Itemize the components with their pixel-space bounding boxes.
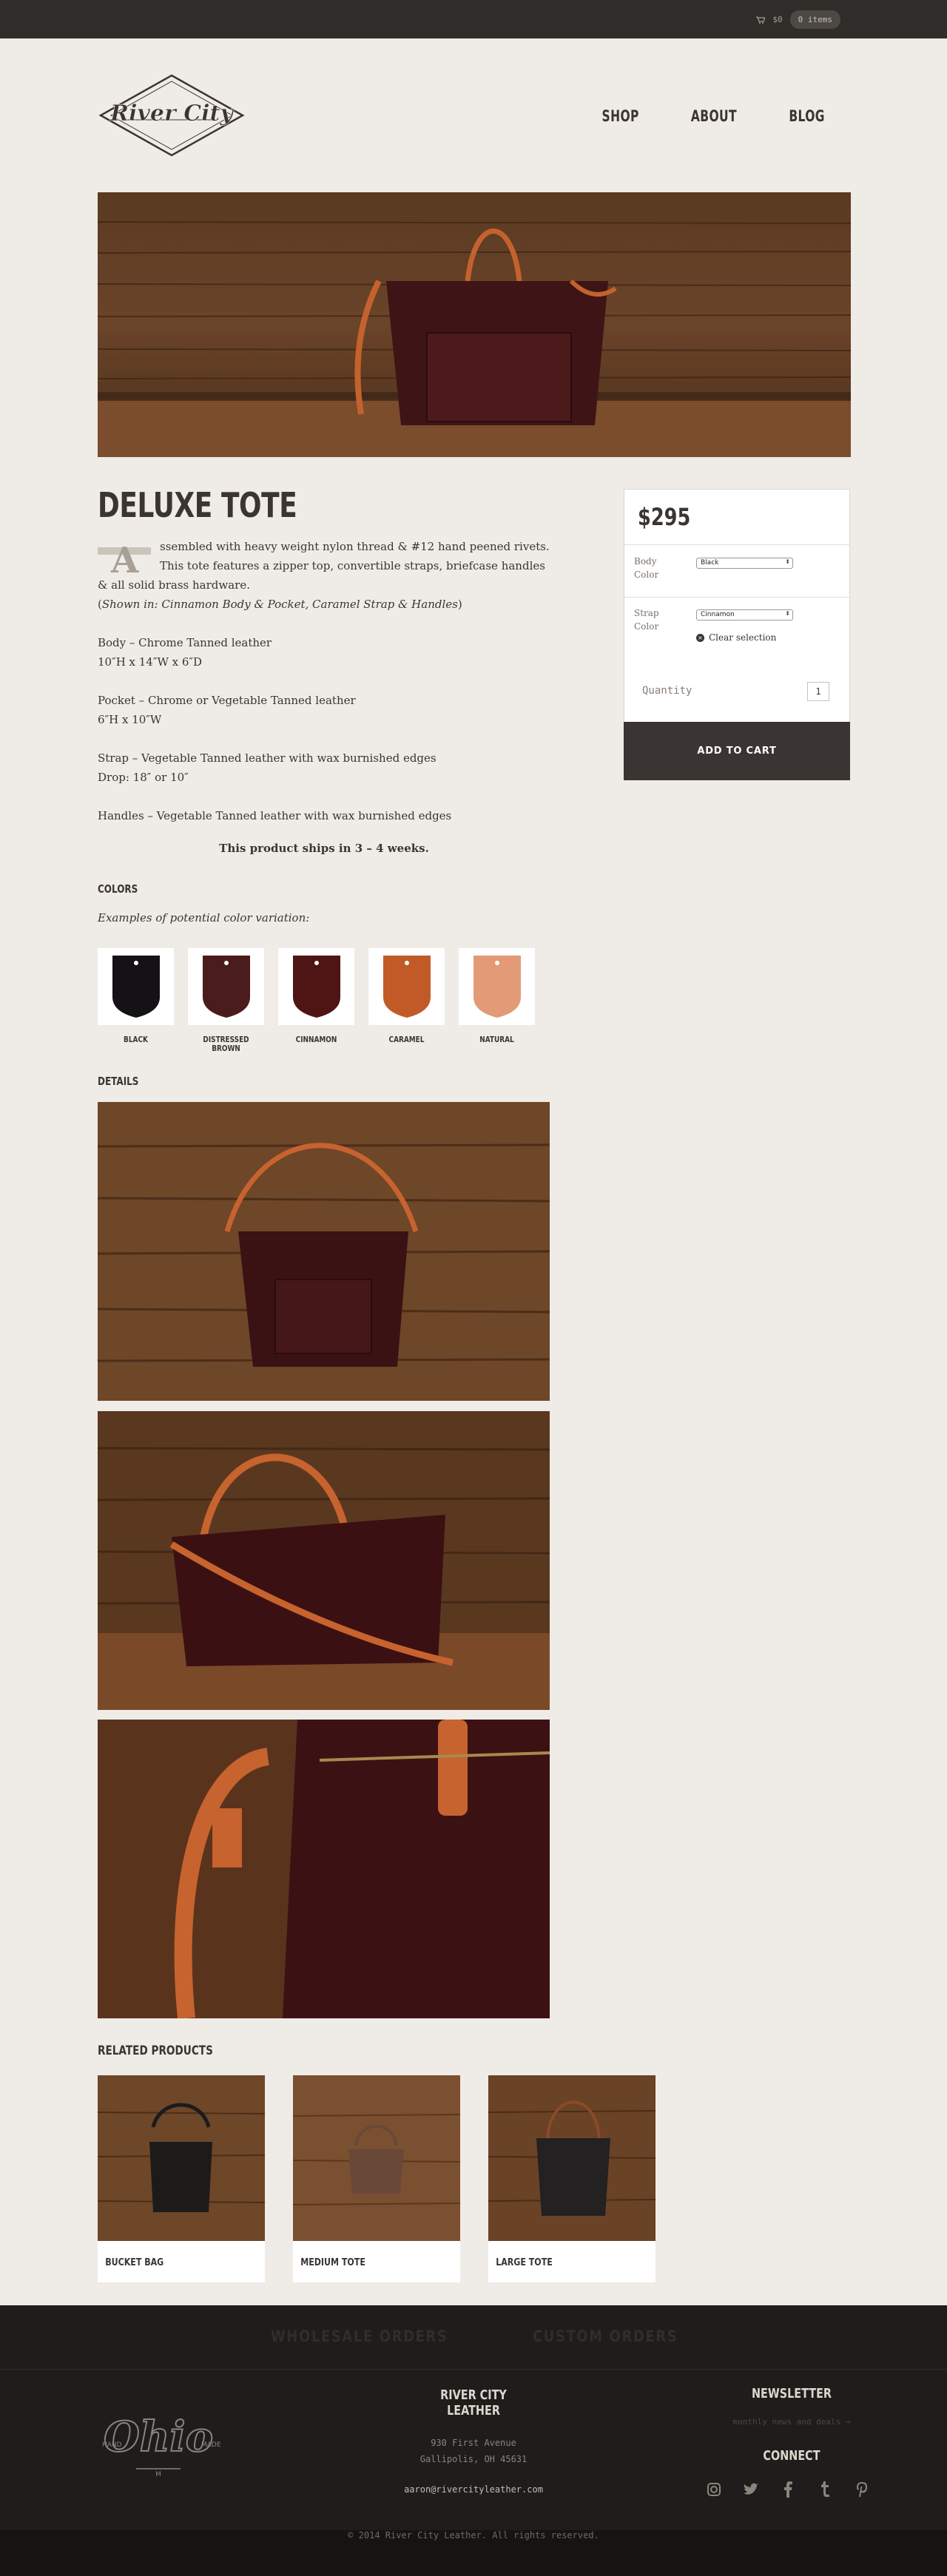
- shipping-note: This product ships in 3 – 4 weeks.: [219, 842, 429, 855]
- add-to-cart-button[interactable]: ADD TO CART: [624, 722, 850, 780]
- swatch-black: BLACK: [98, 948, 174, 1053]
- related-label: LARGE TOTE: [496, 2257, 553, 2268]
- facebook-icon[interactable]: [779, 2481, 797, 2498]
- ohio-handmade-logo: Ohio HAND MADE M: [102, 2412, 221, 2478]
- company-email[interactable]: aaron@rivercityleather.com: [377, 2484, 570, 2495]
- swatch-natural: NATURAL: [459, 948, 535, 1053]
- top-bar: $0 0 items: [0, 0, 947, 38]
- custom-orders-link[interactable]: CUSTOM ORDERS: [533, 2327, 678, 2345]
- body-color-label: Body Color: [634, 556, 659, 580]
- spec-body: Body – Chrome Tanned leather 10″H x 14″W …: [98, 636, 272, 669]
- instagram-icon[interactable]: [705, 2481, 723, 2498]
- cart-total: $0: [772, 15, 783, 24]
- svg-text:Ohio: Ohio: [104, 2413, 213, 2461]
- strap-color-select[interactable]: Cinnamon: [696, 609, 793, 621]
- svg-text:HAND: HAND: [102, 2441, 122, 2449]
- detail-image-1: [98, 1102, 550, 1401]
- product-title: DELUXE TOTE: [98, 485, 297, 525]
- nav-about[interactable]: ABOUT: [691, 107, 737, 125]
- swatch-distressed-brown: DISTRESSED BROWN: [188, 948, 264, 1053]
- divider: [624, 597, 849, 598]
- social-links: [705, 2481, 871, 2498]
- related-image: [488, 2075, 656, 2241]
- svg-text:A: A: [110, 540, 139, 574]
- quantity-label: Quantity: [642, 685, 692, 697]
- details-heading: DETAILS: [98, 1075, 139, 1088]
- logo-text: River City: [109, 101, 235, 126]
- cart[interactable]: $0 0 items: [756, 10, 840, 29]
- nav-blog[interactable]: BLOG: [789, 107, 825, 125]
- spec-strap: Strap – Vegetable Tanned leather with wa…: [98, 751, 437, 784]
- dropcap-letter: A: [98, 540, 151, 574]
- svg-text:M: M: [155, 2471, 161, 2478]
- related-products: BUCKET BAG MEDIUM TOTE LARGE TOTE: [97, 2075, 656, 2282]
- colors-subtitle: Examples of potential color variation:: [98, 911, 310, 924]
- related-heading: RELATED PRODUCTS: [98, 2043, 213, 2058]
- newsletter-link[interactable]: monthly news and deals →: [703, 2417, 880, 2427]
- related-image: [292, 2075, 461, 2241]
- product-shown-in: (Shown in: Cinnamon Body & Pocket, Caram…: [98, 598, 462, 611]
- cart-icon: [756, 16, 766, 24]
- cart-items-badge[interactable]: 0 items: [789, 10, 840, 29]
- color-swatches: BLACK DISTRESSED BROWN CINNAMON CARAMEL …: [98, 948, 535, 1053]
- newsletter-title: NEWSLETTER: [751, 2386, 832, 2401]
- main-nav: SHOP ABOUT BLOG: [598, 107, 829, 125]
- body-color-select[interactable]: Black: [696, 558, 793, 569]
- divider: [624, 544, 849, 545]
- clear-selection[interactable]: × Clear selection: [696, 632, 776, 643]
- close-icon: ×: [696, 633, 704, 642]
- site-logo[interactable]: River City: [98, 72, 246, 161]
- svg-text:MADE: MADE: [201, 2441, 221, 2449]
- product-intro: ssembled with heavy weight nylon thread …: [98, 540, 550, 592]
- swatch-caramel: CARAMEL: [368, 948, 445, 1053]
- connect-title: CONNECT: [763, 2448, 820, 2464]
- detail-image-3: [98, 1720, 550, 2018]
- detail-image-2: [98, 1411, 550, 1710]
- tumblr-icon[interactable]: [816, 2481, 834, 2498]
- copyright: © 2014 River City Leather. All rights re…: [0, 2530, 947, 2576]
- related-card-large-tote[interactable]: LARGE TOTE: [488, 2075, 656, 2282]
- spec-handles: Handles – Vegetable Tanned leather with …: [98, 809, 452, 822]
- footer-top-links: WHOLESALE ORDERS CUSTOM ORDERS: [0, 2305, 947, 2369]
- related-card-bucket-bag[interactable]: BUCKET BAG: [97, 2075, 266, 2282]
- company-title: RIVER CITY LEATHER: [440, 2387, 507, 2418]
- related-image: [97, 2075, 266, 2241]
- company-address: 930 First Avenue Gallipolis, OH 45631: [419, 2438, 528, 2464]
- product-description: A ssembled with heavy weight nylon threa…: [98, 537, 550, 845]
- related-card-medium-tote[interactable]: MEDIUM TOTE: [292, 2075, 461, 2282]
- twitter-icon[interactable]: [742, 2481, 760, 2498]
- quantity-input[interactable]: 1: [807, 682, 829, 701]
- swatch-cinnamon: CINNAMON: [278, 948, 354, 1053]
- related-label: MEDIUM TOTE: [300, 2257, 365, 2268]
- price: $295: [638, 503, 691, 531]
- colors-heading: COLORS: [98, 882, 138, 896]
- purchase-box: $295 Body Color Black Strap Color Cinnam…: [624, 489, 850, 780]
- pinterest-icon[interactable]: [853, 2481, 871, 2498]
- nav-shop[interactable]: SHOP: [601, 107, 638, 125]
- wholesale-orders-link[interactable]: WHOLESALE ORDERS: [271, 2327, 448, 2345]
- related-label: BUCKET BAG: [105, 2257, 164, 2268]
- hero-product-image: [98, 192, 851, 457]
- footer: Ohio HAND MADE M RIVER CITY LEATHER 930 …: [0, 2369, 947, 2530]
- spec-pocket: Pocket – Chrome or Vegetable Tanned leat…: [98, 694, 356, 726]
- strap-color-label: Strap Color: [634, 608, 659, 632]
